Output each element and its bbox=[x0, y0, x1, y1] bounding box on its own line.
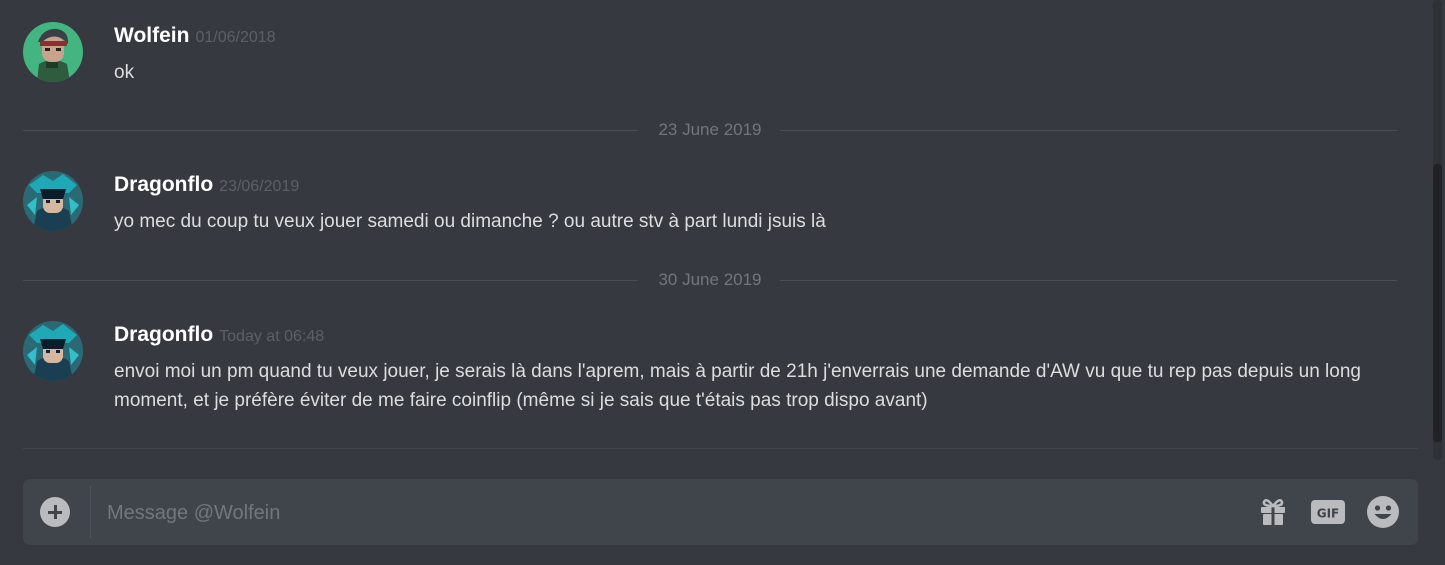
user-avatar[interactable] bbox=[23, 171, 83, 231]
gif-icon[interactable]: GIF bbox=[1310, 495, 1345, 529]
message-timestamp: 23/06/2019 bbox=[219, 178, 300, 195]
message-item: Dragonflo 23/06/2019 yo mec du coup tu ve… bbox=[23, 171, 1403, 233]
message-item: Dragonflo Today at 06:48 envoi moi un pm … bbox=[23, 321, 1403, 413]
dragonflo-avatar-icon bbox=[23, 321, 83, 381]
wolfein-avatar-icon bbox=[23, 22, 83, 82]
dragonflo-avatar-icon bbox=[23, 171, 83, 231]
gif-label: GIF bbox=[1317, 507, 1340, 521]
message-composer: GIF bbox=[23, 479, 1418, 547]
date-divider: 23 June 2019 bbox=[23, 120, 1397, 140]
message-text: envoi moi un pm quand tu veux jouer, je … bbox=[114, 361, 1361, 411]
composer-divider bbox=[90, 486, 91, 538]
divider-date-label: 23 June 2019 bbox=[644, 120, 776, 139]
dm-chat-view: Wolfein 01/06/2018 ok 23 June 2019 Drago… bbox=[0, 0, 1445, 565]
message-header: Wolfein 01/06/2018 bbox=[114, 24, 276, 48]
message-text: ok bbox=[114, 62, 135, 83]
add-attachment-icon[interactable] bbox=[40, 497, 70, 527]
scrollbar[interactable] bbox=[1431, 0, 1445, 460]
gift-icon[interactable] bbox=[1256, 495, 1290, 529]
message-input[interactable] bbox=[105, 479, 1239, 547]
divider-date-label: 30 June 2019 bbox=[644, 270, 776, 289]
date-divider: 30 June 2019 bbox=[23, 270, 1397, 290]
emoji-icon[interactable] bbox=[1366, 495, 1400, 529]
author-name[interactable]: Dragonflo bbox=[114, 173, 213, 196]
user-avatar[interactable] bbox=[23, 321, 83, 381]
author-name[interactable]: Dragonflo bbox=[114, 323, 213, 346]
message-item: Wolfein 01/06/2018 ok bbox=[23, 22, 1403, 84]
author-name[interactable]: Wolfein bbox=[114, 24, 189, 47]
message-header: Dragonflo 23/06/2019 bbox=[114, 173, 299, 197]
user-avatar[interactable] bbox=[23, 22, 83, 82]
message-header: Dragonflo Today at 06:48 bbox=[114, 323, 324, 347]
scrollbar-thumb[interactable] bbox=[1433, 164, 1442, 442]
message-timestamp: 01/06/2018 bbox=[195, 29, 276, 46]
message-text: yo mec du coup tu veux jouer samedi ou d… bbox=[114, 211, 826, 232]
message-list[interactable]: Wolfein 01/06/2018 ok 23 June 2019 Drago… bbox=[0, 0, 1430, 460]
divider bbox=[23, 448, 1418, 449]
message-timestamp: Today at 06:48 bbox=[219, 328, 325, 345]
